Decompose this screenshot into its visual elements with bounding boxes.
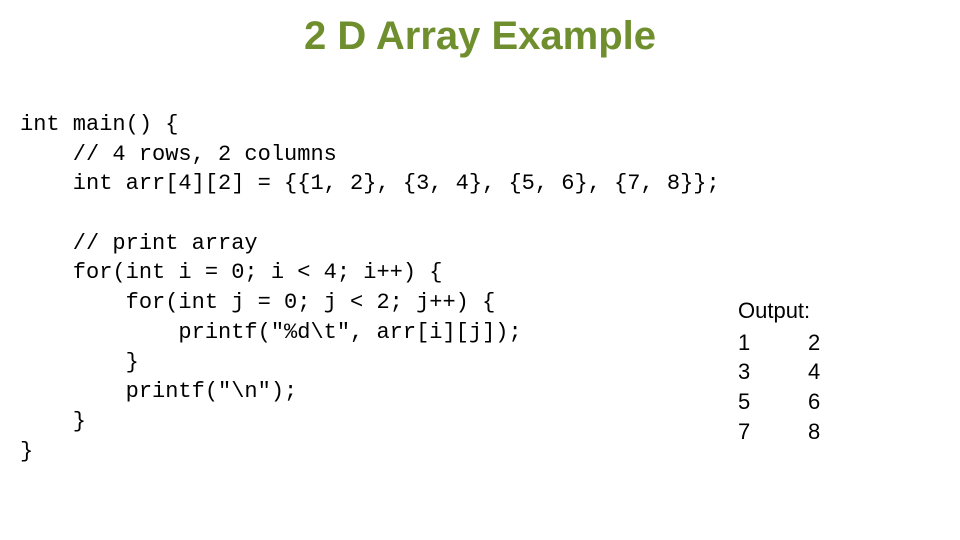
code-line: for(int j = 0; j < 2; j++) { bbox=[20, 290, 495, 315]
code-line: } bbox=[20, 409, 86, 434]
output-row: 5 6 bbox=[738, 387, 838, 417]
output-cell: 7 bbox=[738, 417, 808, 447]
code-block: int main() { // 4 rows, 2 columns int ar… bbox=[20, 110, 720, 466]
output-cell: 8 bbox=[808, 417, 838, 447]
code-line: } bbox=[20, 350, 139, 375]
output-row: 3 4 bbox=[738, 357, 838, 387]
code-line: int main() { bbox=[20, 112, 178, 137]
output-cell: 6 bbox=[808, 387, 838, 417]
output-block: Output: 1 2 3 4 5 6 7 8 bbox=[738, 296, 838, 446]
code-line: // 4 rows, 2 columns bbox=[20, 142, 337, 167]
slide: 2 D Array Example int main() { // 4 rows… bbox=[0, 0, 960, 540]
code-line: } bbox=[20, 439, 33, 464]
slide-title: 2 D Array Example bbox=[0, 14, 960, 59]
code-line: for(int i = 0; i < 4; i++) { bbox=[20, 260, 442, 285]
output-table: 1 2 3 4 5 6 7 8 bbox=[738, 328, 838, 447]
output-cell: 5 bbox=[738, 387, 808, 417]
code-line: int arr[4][2] = {{1, 2}, {3, 4}, {5, 6},… bbox=[20, 171, 720, 196]
code-line: printf("%d\t", arr[i][j]); bbox=[20, 320, 522, 345]
output-cell: 4 bbox=[808, 357, 838, 387]
output-cell: 3 bbox=[738, 357, 808, 387]
output-label: Output: bbox=[738, 296, 838, 326]
code-line: // print array bbox=[20, 231, 258, 256]
output-cell: 2 bbox=[808, 328, 838, 358]
output-row: 1 2 bbox=[738, 328, 838, 358]
output-cell: 1 bbox=[738, 328, 808, 358]
output-row: 7 8 bbox=[738, 417, 838, 447]
code-line: printf("\n"); bbox=[20, 379, 297, 404]
